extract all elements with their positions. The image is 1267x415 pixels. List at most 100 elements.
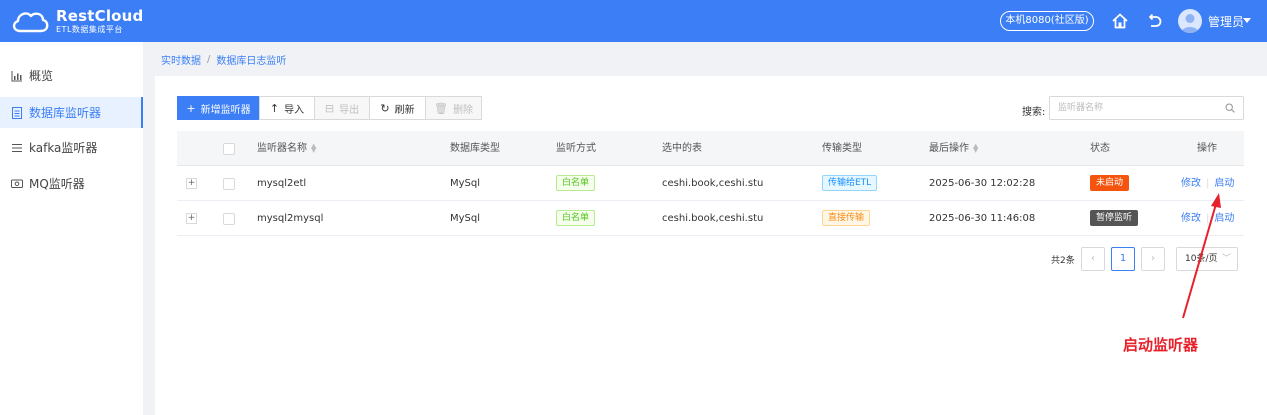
sidebar-item-label: 概览 [29,69,54,83]
page-size-select[interactable]: 10条/页 ﹀ [1176,247,1238,271]
cell-actions: 修改 | 启动 [1181,166,1234,201]
column-header-db-type: 数据库类型 [450,143,500,154]
column-header-actions: 操作 [1197,143,1217,154]
select-all-checkbox[interactable] [223,143,235,155]
user-name[interactable]: 管理员 [1208,13,1244,30]
column-header-tables: 选中的表 [662,143,702,154]
chevron-down-icon: ﹀ [1221,254,1231,264]
avatar[interactable] [1178,9,1202,33]
environment-badge[interactable]: 本机8080(社区版) [1000,11,1094,31]
upload-icon: ↑ [269,101,280,115]
back-icon[interactable] [1145,12,1163,30]
export-icon: ⊟ [324,101,335,115]
breadcrumb-item[interactable]: 实时数据 [161,52,201,67]
cell-actions: 修改 | 启动 [1181,201,1234,236]
sidebar-item-mq-listener[interactable]: MQ监听器 [0,168,143,199]
column-header-last-op[interactable]: 最后操作 ▲ ▼ [929,131,978,166]
pagination-total: 共2条 [1051,256,1075,266]
table-row: + mysql2etl MySql 白名单 ceshi.book,ceshi.s… [177,166,1244,201]
main-panel [155,76,1267,415]
action-separator: | [1206,213,1210,224]
toolbar: + 新增监听器 ↑ 导入 ⊟ 导出 ↻ 刷新 🗑 删除 [177,96,482,120]
listen-mode-tag: 白名单 [556,210,596,226]
search-label: 搜索: [1022,107,1046,118]
sidebar-item-label: 数据库监听器 [29,106,102,120]
cell-transfer-type: 直接传输 [822,201,871,236]
expand-row-icon[interactable]: + [186,213,197,224]
add-listener-button[interactable]: + 新增监听器 [177,96,260,120]
column-header-label: 最后操作 [929,143,969,154]
cell-listen-mode: 白名单 [556,166,596,201]
listen-mode-tag: 白名单 [556,175,596,191]
column-header-transfer-type: 传输类型 [822,143,862,154]
logo-title: RestCloud [56,6,144,25]
cell-tables: ceshi.book,ceshi.stu [662,213,764,224]
cell-tables: ceshi.book,ceshi.stu [662,178,764,189]
cloud-logo-icon [12,12,49,33]
annotation-label: 启动监听器 [1123,336,1199,354]
search-input[interactable] [1058,97,1218,119]
start-link[interactable]: 启动 [1214,213,1234,224]
chart-icon [11,70,22,81]
transfer-type-tag: 直接传输 [822,210,871,226]
cell-db-type: MySql [450,213,481,224]
caret-down-icon[interactable] [1243,18,1251,23]
export-button[interactable]: ⊟ 导出 [314,96,370,120]
document-icon [12,106,22,119]
sort-icon[interactable]: ▲ ▼ [311,143,316,154]
delete-button[interactable]: 🗑 删除 [425,96,482,120]
cell-status: 未启动 [1090,166,1130,201]
chevron-left-icon: ‹ [1091,253,1095,264]
top-bar: RestCloud ETL数据集成平台 本机8080(社区版) 管理员 [0,0,1267,42]
export-label: 导出 [339,104,360,116]
status-badge: 未启动 [1090,175,1130,191]
status-badge: 暂停监听 [1090,210,1139,226]
cell-listen-mode: 白名单 [556,201,596,236]
cell-db-type: MySql [450,178,481,189]
cell-last-op: 2025-06-30 11:46:08 [929,213,1036,224]
sidebar-item-overview[interactable]: 概览 [0,60,143,91]
row-checkbox[interactable] [223,178,235,190]
edit-link[interactable]: 修改 [1181,213,1201,224]
breadcrumb: 实时数据 / 数据库日志监听 [161,52,286,67]
prev-page-button[interactable]: ‹ [1081,247,1105,271]
table-row: + mysql2mysql MySql 白名单 ceshi.book,ceshi… [177,201,1244,236]
logo-subtitle: ETL数据集成平台 [56,24,123,34]
sidebar-item-label: kafka监听器 [29,141,98,155]
list-icon [12,143,22,152]
search-icon[interactable] [1225,103,1235,113]
refresh-icon: ↻ [380,101,390,115]
plus-icon: + [186,101,196,115]
action-separator: | [1206,178,1210,189]
sort-icon[interactable]: ▲ ▼ [973,143,978,154]
refresh-label: 刷新 [394,104,415,116]
expand-row-icon[interactable]: + [186,178,197,189]
page-number-button[interactable]: 1 [1111,247,1135,271]
sidebar: 概览 数据库监听器 kafka监听器 MQ监听器 [0,42,143,415]
monitor-icon [11,179,23,188]
sidebar-item-db-listener[interactable]: 数据库监听器 [0,97,143,128]
cell-status: 暂停监听 [1090,201,1139,236]
home-icon[interactable] [1111,12,1129,30]
logo[interactable]: RestCloud ETL数据集成平台 [10,6,144,36]
search-box[interactable] [1049,96,1244,120]
column-header-name[interactable]: 监听器名称 ▲ ▼ [257,131,316,166]
cell-transfer-type: 传输给ETL [822,166,878,201]
edit-link[interactable]: 修改 [1181,178,1201,189]
import-button[interactable]: ↑ 导入 [259,96,315,120]
breadcrumb-item-current: 数据库日志监听 [216,56,287,67]
start-link[interactable]: 启动 [1214,178,1234,189]
column-header-status: 状态 [1090,143,1110,154]
next-page-button[interactable]: › [1141,247,1165,271]
sidebar-item-label: MQ监听器 [29,177,85,191]
row-checkbox[interactable] [223,213,235,225]
sidebar-item-kafka-listener[interactable]: kafka监听器 [0,132,143,163]
logo-text: RestCloud ETL数据集成平台 [56,6,144,34]
column-header-listen-mode: 监听方式 [556,143,596,154]
delete-label: 删除 [452,104,473,116]
chevron-right-icon: › [1151,253,1155,264]
avatar-icon [1181,14,1199,33]
refresh-button[interactable]: ↻ 刷新 [369,96,426,120]
transfer-type-tag: 传输给ETL [822,175,878,191]
import-label: 导入 [284,104,305,116]
